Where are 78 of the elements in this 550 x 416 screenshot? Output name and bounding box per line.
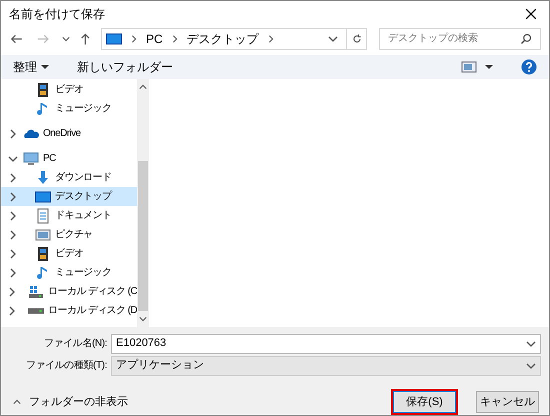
search-field[interactable]: デスクトップの検索	[379, 28, 542, 50]
tree-item-label: ローカル ディスク (C	[48, 285, 137, 300]
tree-item-label: PC	[43, 152, 56, 166]
tree-item[interactable]: ビデオ	[1, 80, 137, 100]
tree-item-label: デスクトップ	[55, 190, 112, 204]
breadcrumb-separator-icon	[170, 34, 179, 43]
scrollbar-thumb[interactable]	[138, 161, 148, 312]
view-icon[interactable]	[461, 59, 477, 76]
system-drive-icon	[28, 284, 44, 300]
tree-item-label: ミュージック	[55, 266, 112, 280]
desktop-icon	[106, 30, 122, 47]
help-icon[interactable]	[521, 59, 537, 76]
close-icon[interactable]	[525, 8, 537, 20]
tree-item-label: OneDrive	[43, 127, 80, 142]
collapsed-chevron-icon	[8, 230, 18, 240]
desktop-icon	[35, 188, 51, 205]
collapsed-chevron-icon	[8, 268, 18, 278]
tree-item[interactable]: OneDrive	[1, 124, 137, 144]
caret-icon[interactable]	[485, 63, 493, 72]
collapsed-chevron-icon	[8, 128, 18, 139]
tree-item[interactable]: ダウンロード	[1, 168, 137, 188]
collapsed-chevron-icon	[8, 210, 18, 221]
tree-item-label: ビデオ	[55, 247, 84, 262]
tree-item-label: ダウンロード	[55, 171, 112, 186]
tree-item[interactable]: デスクトップ	[1, 187, 137, 206]
scroll-up-icon	[139, 83, 147, 92]
picture-icon	[35, 226, 51, 243]
tree-item-label: ローカル ディスク (D	[48, 304, 137, 318]
caret-icon	[41, 63, 49, 72]
document-icon	[35, 208, 51, 224]
collapsed-chevron-icon	[7, 306, 17, 316]
caret-up-icon	[13, 398, 21, 406]
expanded-chevron-icon	[8, 154, 18, 164]
save-button[interactable]: 保存(S)	[393, 391, 456, 413]
breadcrumb[interactable]: デスクトップ	[186, 30, 259, 48]
field-label: ファイルの種類(T):	[24, 358, 108, 373]
tree-item[interactable]: ビデオ	[1, 244, 137, 264]
tree-item-label: ビデオ	[55, 83, 84, 98]
scrollbar[interactable]	[137, 79, 149, 327]
tree-item-label: ピクチャ	[55, 228, 93, 242]
tree-item-label: ミュージック	[55, 102, 112, 116]
collapsed-chevron-icon	[7, 286, 17, 297]
file-name-field[interactable]: E1020763	[111, 334, 541, 354]
cancel-button[interactable]: キャンセル	[476, 391, 539, 413]
dropdown-icon	[526, 360, 536, 370]
address-dropdown-icon	[328, 34, 338, 44]
new-folder-button[interactable]: 新しいフォルダー	[77, 58, 173, 76]
search-icon	[520, 32, 532, 45]
collapsed-chevron-icon	[8, 192, 18, 202]
address-bar[interactable]: PC デスクトップ	[100, 28, 368, 50]
tree-item[interactable]: ミュージック	[1, 263, 137, 282]
film-icon	[35, 82, 51, 98]
window-title: 名前を付けて保存	[9, 6, 106, 24]
breadcrumb-separator-icon	[130, 34, 138, 43]
scroll-down-icon	[139, 315, 147, 323]
film-icon	[35, 246, 51, 262]
drive-icon	[28, 308, 44, 314]
field-label: ファイル名(N):	[42, 337, 108, 351]
hide-folders-button[interactable]: フォルダーの非表示	[1, 394, 128, 410]
breadcrumb[interactable]: PC	[146, 30, 163, 48]
monitor-icon	[23, 150, 39, 167]
tree-item[interactable]: ミュージック	[1, 99, 137, 118]
refresh-icon	[350, 32, 363, 45]
collapsed-chevron-icon	[8, 248, 18, 259]
dropdown-icon	[526, 338, 536, 348]
down-arrow-icon	[35, 170, 51, 186]
breadcrumb-separator-icon	[266, 34, 275, 43]
recent-dropdown-icon	[62, 34, 70, 43]
tree-item[interactable]: ピクチャ	[1, 225, 137, 244]
tree-item[interactable]: ローカル ディスク (D	[1, 301, 137, 320]
organize-menu[interactable]: 整理	[13, 58, 37, 76]
tree-item[interactable]: ローカル ディスク (C	[1, 282, 137, 302]
file-type-dropdown[interactable]: アプリケーション	[111, 356, 541, 376]
tree-item[interactable]: PC	[1, 149, 137, 168]
search-input[interactable]: デスクトップの検索	[388, 31, 520, 46]
tree-item[interactable]: ドキュメント	[1, 206, 137, 226]
tree-item-label: ドキュメント	[55, 209, 112, 224]
collapsed-chevron-icon	[8, 172, 18, 183]
